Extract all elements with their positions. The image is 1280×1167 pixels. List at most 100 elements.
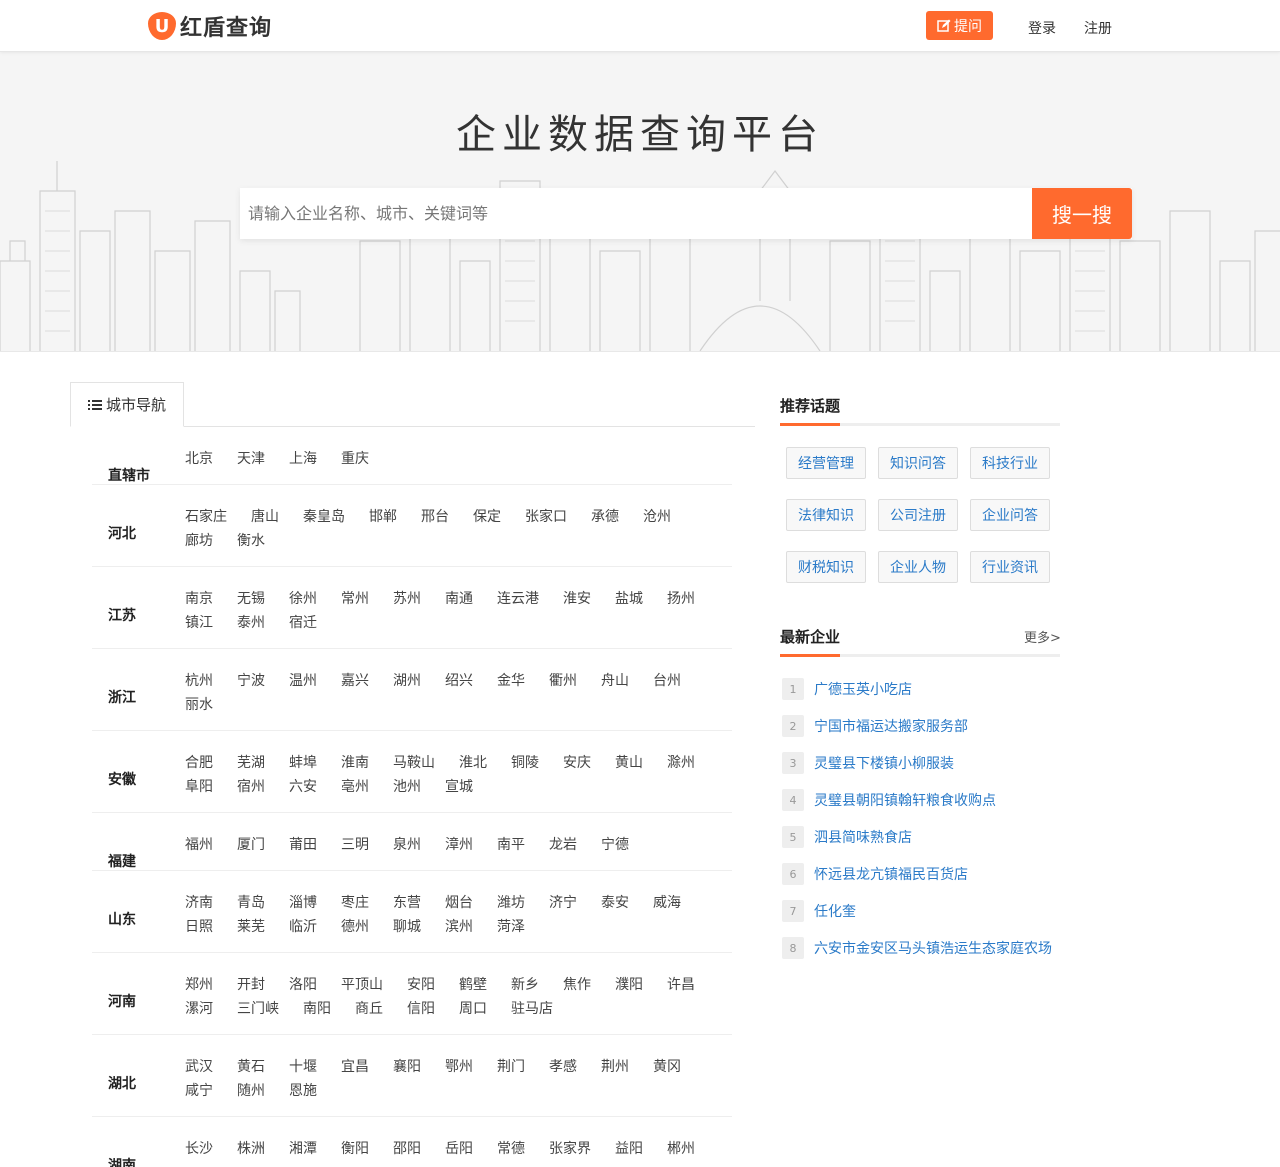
city-link[interactable]: 周口 bbox=[459, 1001, 487, 1018]
city-link[interactable]: 湘潭 bbox=[289, 1141, 317, 1158]
city-link[interactable]: 龙岩 bbox=[549, 837, 577, 854]
city-link[interactable]: 承德 bbox=[591, 509, 619, 526]
city-link[interactable]: 黄冈 bbox=[653, 1059, 681, 1076]
enterprise-item[interactable]: 4 灵璧县朝阳镇翰轩粮食收购点 bbox=[782, 789, 996, 811]
city-link[interactable]: 枣庄 bbox=[341, 895, 369, 912]
city-link[interactable]: 淮北 bbox=[459, 755, 487, 772]
city-link[interactable]: 潍坊 bbox=[497, 895, 525, 912]
city-link[interactable]: 南通 bbox=[445, 591, 473, 608]
login-link[interactable]: 登录 bbox=[1028, 18, 1056, 38]
city-link[interactable]: 新乡 bbox=[511, 977, 539, 994]
search-input[interactable] bbox=[240, 188, 1032, 239]
city-link[interactable]: 荆州 bbox=[601, 1059, 629, 1076]
city-link[interactable]: 盐城 bbox=[615, 591, 643, 608]
city-link[interactable]: 宣城 bbox=[445, 779, 473, 796]
city-link[interactable]: 鹤壁 bbox=[459, 977, 487, 994]
city-link[interactable]: 金华 bbox=[497, 673, 525, 690]
city-link[interactable]: 济宁 bbox=[549, 895, 577, 912]
enterprise-name-link[interactable]: 宁国市福运达搬家服务部 bbox=[814, 716, 968, 736]
city-link[interactable]: 衡水 bbox=[237, 533, 265, 550]
city-link[interactable]: 益阳 bbox=[615, 1141, 643, 1158]
city-link[interactable]: 岳阳 bbox=[445, 1141, 473, 1158]
topic-tag[interactable]: 法律知识 bbox=[786, 499, 866, 531]
city-link[interactable]: 马鞍山 bbox=[393, 755, 435, 772]
city-link[interactable]: 武汉 bbox=[185, 1059, 213, 1076]
city-link[interactable]: 漯河 bbox=[185, 1001, 213, 1018]
city-link[interactable]: 德州 bbox=[341, 919, 369, 936]
city-link[interactable]: 嘉兴 bbox=[341, 673, 369, 690]
city-link[interactable]: 蚌埠 bbox=[289, 755, 317, 772]
city-link[interactable]: 青岛 bbox=[237, 895, 265, 912]
city-link[interactable]: 福州 bbox=[185, 837, 213, 854]
topic-tag[interactable]: 企业问答 bbox=[970, 499, 1050, 531]
city-link[interactable]: 淮南 bbox=[341, 755, 369, 772]
city-link[interactable]: 孝感 bbox=[549, 1059, 577, 1076]
city-link[interactable]: 许昌 bbox=[667, 977, 695, 994]
city-link[interactable]: 张家界 bbox=[549, 1141, 591, 1158]
city-link[interactable]: 鄂州 bbox=[445, 1059, 473, 1076]
city-link[interactable]: 黄石 bbox=[237, 1059, 265, 1076]
search-button[interactable]: 搜一搜 bbox=[1032, 188, 1132, 239]
enterprise-name-link[interactable]: 六安市金安区马头镇浩运生态家庭农场 bbox=[814, 938, 1052, 958]
city-link[interactable]: 舟山 bbox=[601, 673, 629, 690]
city-link[interactable]: 扬州 bbox=[667, 591, 695, 608]
city-link[interactable]: 郑州 bbox=[185, 977, 213, 994]
enterprise-name-link[interactable]: 灵璧县朝阳镇翰轩粮食收购点 bbox=[814, 790, 996, 810]
enterprise-item[interactable]: 8 六安市金安区马头镇浩运生态家庭农场 bbox=[782, 937, 1052, 959]
city-link[interactable]: 泉州 bbox=[393, 837, 421, 854]
city-link[interactable]: 商丘 bbox=[355, 1001, 383, 1018]
city-link[interactable]: 泰安 bbox=[601, 895, 629, 912]
city-link[interactable]: 平顶山 bbox=[341, 977, 383, 994]
city-link[interactable]: 绍兴 bbox=[445, 673, 473, 690]
city-link[interactable]: 烟台 bbox=[445, 895, 473, 912]
city-link[interactable]: 黄山 bbox=[615, 755, 643, 772]
city-link[interactable]: 宁德 bbox=[601, 837, 629, 854]
topic-tag[interactable]: 知识问答 bbox=[878, 447, 958, 479]
ask-question-button[interactable]: 提问 bbox=[926, 11, 993, 40]
enterprise-item[interactable]: 5 泗县简味熟食店 bbox=[782, 826, 912, 848]
city-link[interactable]: 合肥 bbox=[185, 755, 213, 772]
city-link[interactable]: 镇江 bbox=[185, 615, 213, 632]
city-link[interactable]: 洛阳 bbox=[289, 977, 317, 994]
city-link[interactable]: 石家庄 bbox=[185, 509, 227, 526]
city-link[interactable]: 襄阳 bbox=[393, 1059, 421, 1076]
city-link[interactable]: 临沂 bbox=[289, 919, 317, 936]
city-link[interactable]: 漳州 bbox=[445, 837, 473, 854]
enterprise-name-link[interactable]: 泗县简味熟食店 bbox=[814, 827, 912, 847]
city-link[interactable]: 湖州 bbox=[393, 673, 421, 690]
city-link[interactable]: 莱芜 bbox=[237, 919, 265, 936]
city-link[interactable]: 常州 bbox=[341, 591, 369, 608]
city-link[interactable]: 宿迁 bbox=[289, 615, 317, 632]
city-link[interactable]: 安庆 bbox=[563, 755, 591, 772]
city-link[interactable]: 连云港 bbox=[497, 591, 539, 608]
city-link[interactable]: 焦作 bbox=[563, 977, 591, 994]
city-link[interactable]: 邵阳 bbox=[393, 1141, 421, 1158]
enterprise-name-link[interactable]: 灵璧县下楼镇小柳服装 bbox=[814, 753, 954, 773]
city-link[interactable]: 沧州 bbox=[643, 509, 671, 526]
city-link[interactable]: 南平 bbox=[497, 837, 525, 854]
city-link[interactable]: 荆门 bbox=[497, 1059, 525, 1076]
topic-tag[interactable]: 行业资讯 bbox=[970, 551, 1050, 583]
city-link[interactable]: 铜陵 bbox=[511, 755, 539, 772]
city-link[interactable]: 济南 bbox=[185, 895, 213, 912]
city-link[interactable]: 开封 bbox=[237, 977, 265, 994]
city-link[interactable]: 阜阳 bbox=[185, 779, 213, 796]
city-link[interactable]: 宿州 bbox=[237, 779, 265, 796]
city-link[interactable]: 邢台 bbox=[421, 509, 449, 526]
city-link[interactable]: 宁波 bbox=[237, 673, 265, 690]
city-link[interactable]: 信阳 bbox=[407, 1001, 435, 1018]
city-link[interactable]: 莆田 bbox=[289, 837, 317, 854]
city-link[interactable]: 张家口 bbox=[525, 509, 567, 526]
more-enterprises-link[interactable]: 更多> bbox=[1024, 627, 1061, 646]
city-link[interactable]: 安阳 bbox=[407, 977, 435, 994]
topic-tag[interactable]: 经营管理 bbox=[786, 447, 866, 479]
enterprise-item[interactable]: 3 灵璧县下楼镇小柳服装 bbox=[782, 752, 954, 774]
city-link[interactable]: 宜昌 bbox=[341, 1059, 369, 1076]
city-link[interactable]: 天津 bbox=[237, 451, 265, 468]
site-logo[interactable]: U 红盾查询 bbox=[148, 10, 272, 42]
city-link[interactable]: 亳州 bbox=[341, 779, 369, 796]
city-link[interactable]: 南阳 bbox=[303, 1001, 331, 1018]
city-link[interactable]: 衢州 bbox=[549, 673, 577, 690]
city-link[interactable]: 聊城 bbox=[393, 919, 421, 936]
city-link[interactable]: 重庆 bbox=[341, 451, 369, 468]
